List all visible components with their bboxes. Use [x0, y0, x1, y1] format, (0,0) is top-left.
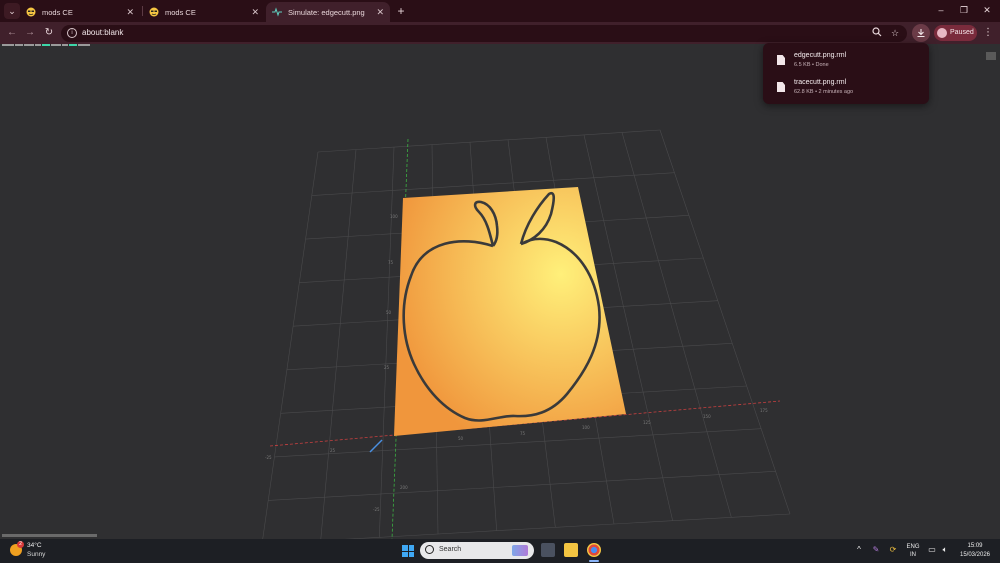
bookmark-star-icon[interactable]: ☆ — [889, 27, 901, 39]
mods-favicon-icon — [149, 7, 159, 17]
scene-canvas[interactable]: -25 25 50 75 100 125 150 175 200 25 50 75 100 -25 — [0, 44, 1000, 539]
material-plate — [394, 187, 626, 436]
clock-time[interactable]: 15:09 — [955, 543, 995, 549]
maximize-icon[interactable]: ❐ — [957, 3, 971, 17]
profile-label: Paused — [950, 29, 974, 36]
tab-title: Simulate: edgecutt.png — [288, 7, 365, 17]
reload-icon[interactable]: ↻ — [42, 26, 56, 40]
avatar — [937, 28, 947, 38]
address-bar[interactable]: i about:blank ☆ — [61, 25, 907, 42]
profile-button[interactable]: Paused — [934, 25, 977, 41]
axis-tick-label: 25 — [330, 448, 336, 453]
pen-icon[interactable]: ✎ — [871, 545, 881, 555]
tab-simulate-edgecutt[interactable]: Simulate: edgecutt.png ✕ — [266, 2, 390, 22]
grid-line — [379, 147, 395, 538]
forward-arrow-icon[interactable]: → — [23, 26, 37, 40]
weather-condition[interactable]: Sunny — [27, 551, 45, 558]
chrome-icon[interactable] — [587, 543, 601, 557]
axis-tick-label: -25 — [265, 455, 272, 460]
minimize-icon[interactable]: – — [934, 3, 948, 17]
grid-line — [262, 151, 319, 539]
axis-tick-label: 25 — [384, 365, 390, 370]
download-item-tracecutt[interactable]: tracecutt.png.rml 62.8 KB • 2 minutes ag… — [775, 78, 925, 100]
tab-close-icon[interactable]: ✕ — [126, 7, 134, 18]
more-menu-icon[interactable]: ⋮ — [983, 26, 993, 40]
weather-badge: 2 — [17, 541, 24, 548]
grid-line — [320, 149, 357, 539]
active-app-indicator — [589, 560, 599, 562]
axis-tick-label: 75 — [388, 260, 394, 265]
tab-strip: ⌄ mods CE ✕ mods CE ✕ Simulate: edgecutt… — [0, 0, 1000, 22]
z-axis-line — [369, 439, 383, 453]
axis-tick-label: 75 — [520, 431, 526, 436]
tab-mods-ce-1[interactable]: mods CE ✕ — [20, 2, 140, 22]
tab-title: mods CE — [42, 7, 73, 17]
file-explorer-icon[interactable] — [564, 543, 578, 557]
tab-close-icon[interactable]: ✕ — [376, 7, 384, 18]
search-placeholder: Search — [439, 546, 462, 553]
task-view-icon[interactable] — [541, 543, 555, 557]
grid-line — [621, 132, 732, 518]
axis-tick-label: 100 — [582, 425, 590, 430]
zoom-icon[interactable] — [871, 27, 883, 39]
download-name: tracecutt.png.rml — [794, 79, 847, 86]
activity-pulse-icon — [272, 7, 282, 17]
download-meta: 6.5 KB • Done — [794, 62, 829, 68]
grid-line — [274, 428, 762, 458]
start-windows-icon[interactable] — [402, 545, 414, 557]
tab-title: mods CE — [165, 7, 196, 17]
axis-tick-label: 175 — [760, 408, 768, 413]
grid-line — [659, 129, 791, 515]
tray-overflow-icon[interactable]: ^ — [854, 545, 864, 555]
axis-tick-label: 100 — [390, 214, 398, 219]
windows-taskbar: 2 34°C Sunny Search ^ ✎ ⟳ ENG IN ▭ 🔈︎ 15… — [0, 539, 1000, 563]
close-window-icon[interactable]: ✕ — [980, 3, 994, 17]
site-info-icon[interactable]: i — [67, 28, 77, 38]
axis-tick-label: 125 — [643, 420, 651, 425]
grid-line — [344, 513, 791, 539]
axis-tick-label: 150 — [703, 414, 711, 419]
new-tab-button[interactable]: + — [395, 3, 407, 19]
browser-toolbar: ← → ↻ i about:blank ☆ Paused ⋮ — [0, 22, 1000, 44]
grid-line — [317, 129, 661, 153]
tab-search-button[interactable]: ⌄ — [4, 3, 20, 19]
language-top[interactable]: ENG — [905, 544, 921, 550]
address-text[interactable]: about:blank — [82, 28, 123, 37]
viewport-status-bar — [2, 534, 97, 537]
simulation-viewport[interactable]: -25 25 50 75 100 125 150 175 200 25 50 75 100 -25 — [0, 44, 1000, 539]
taskbar-search-box[interactable]: Search — [420, 542, 534, 559]
download-meta: 62.8 KB • 2 minutes ago — [794, 89, 854, 95]
tab-close-icon[interactable]: ✕ — [251, 7, 259, 18]
volume-icon[interactable]: 🔈︎ — [940, 545, 950, 555]
mods-favicon-icon — [26, 7, 36, 17]
download-icon[interactable] — [912, 24, 930, 42]
weather-temperature[interactable]: 34°C — [27, 542, 42, 549]
back-arrow-icon[interactable]: ← — [5, 26, 19, 40]
search-highlight-icon — [512, 545, 528, 556]
downloads-bubble: edgecutt.png.rml 6.5 KB • Done tracecutt… — [763, 43, 929, 104]
sync-icon[interactable]: ⟳ — [888, 545, 898, 555]
grid-line — [268, 471, 776, 501]
axis-tick-label: -25 — [373, 507, 380, 512]
search-icon — [425, 545, 434, 554]
network-icon[interactable]: ▭ — [927, 545, 937, 555]
download-name: edgecutt.png.rml — [794, 52, 847, 59]
file-icon — [777, 82, 785, 92]
grid-line — [311, 172, 675, 196]
axis-tick-label: 50 — [386, 310, 392, 315]
download-item-edgecutt[interactable]: edgecutt.png.rml 6.5 KB • Done — [775, 51, 925, 73]
axis-tick-label: 200 — [400, 485, 408, 490]
file-icon — [777, 55, 785, 65]
clock-date[interactable]: 15/03/2026 — [955, 552, 995, 558]
language-bottom[interactable]: IN — [905, 552, 921, 558]
axis-tick-label: 50 — [458, 436, 464, 441]
tab-mods-ce-2[interactable]: mods CE ✕ — [143, 2, 265, 22]
